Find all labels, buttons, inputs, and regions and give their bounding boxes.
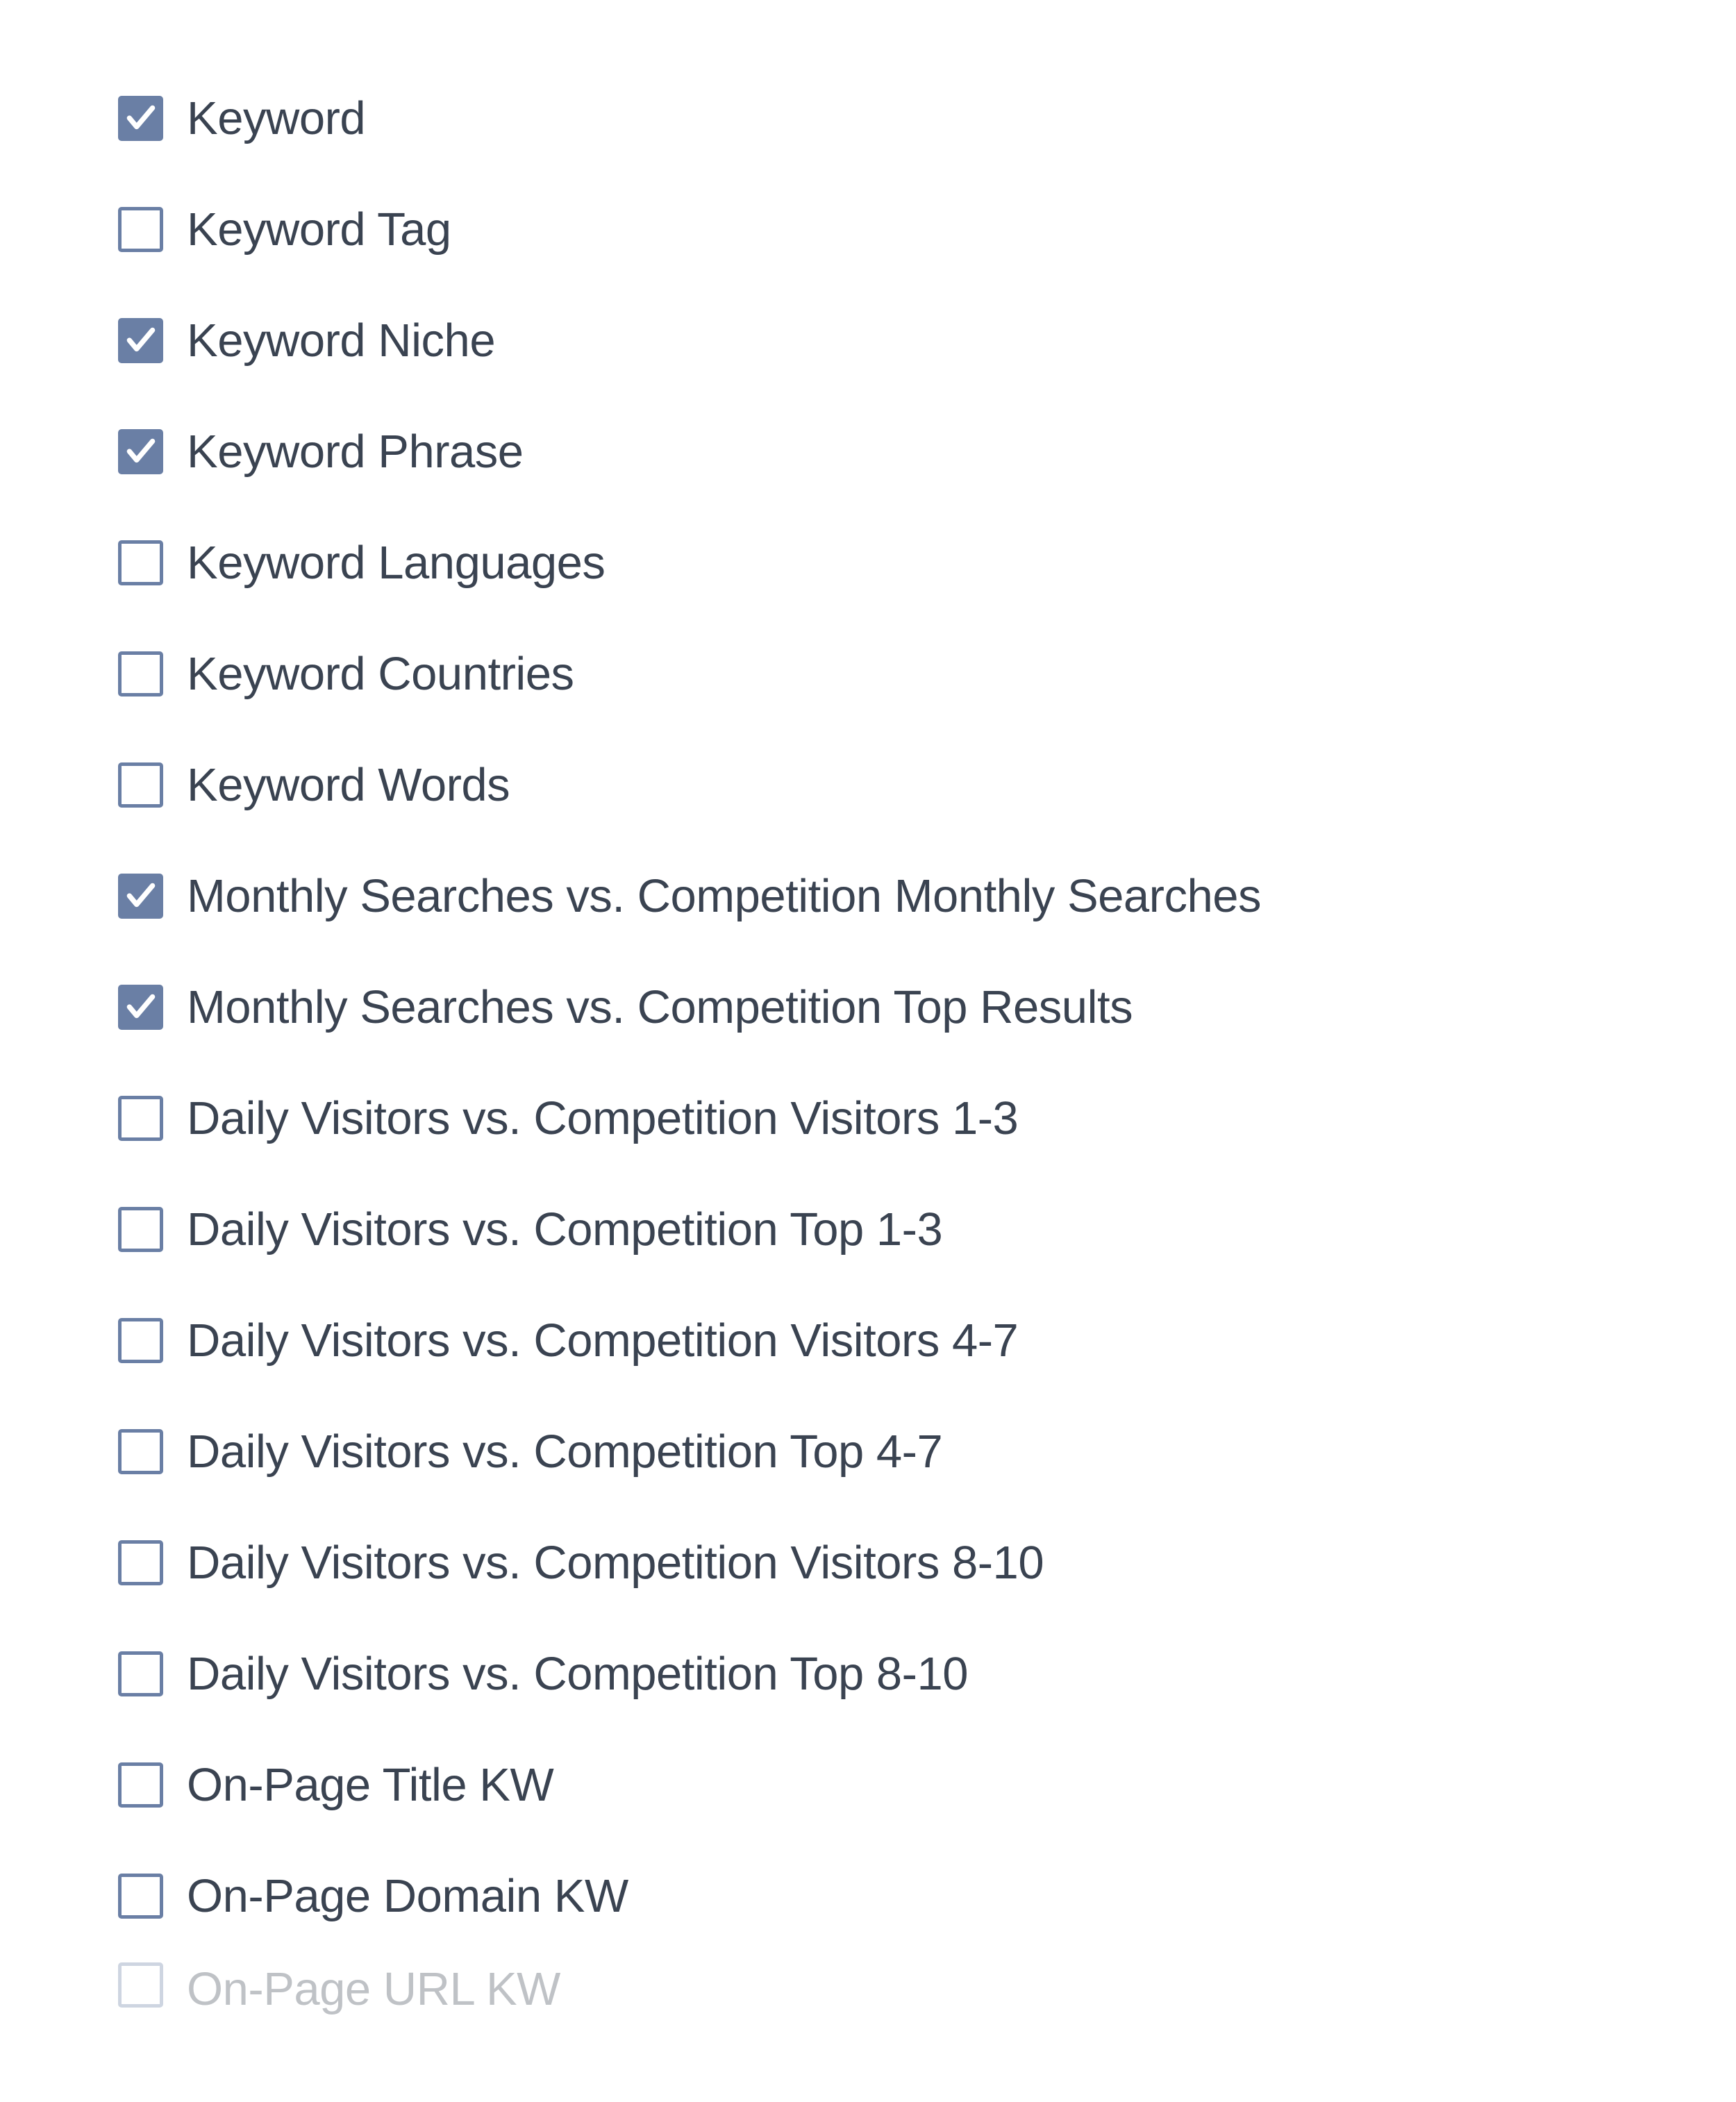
checkbox-label: Daily Visitors vs. Competition Top 1-3 [187, 1203, 942, 1256]
checkbox-label: Keyword Countries [187, 647, 574, 701]
checkbox-label: Keyword Words [187, 758, 510, 812]
checkbox-label: Daily Visitors vs. Competition Top 4-7 [187, 1425, 942, 1478]
checkbox-row[interactable]: On-Page URL KW [118, 1951, 1736, 2021]
checkbox-list: Keyword Keyword Tag Keyword Niche Keyword P… [118, 62, 1736, 2021]
checkbox-row[interactable]: Keyword Niche [118, 285, 1736, 396]
checkbox-unchecked-icon[interactable] [118, 1318, 163, 1363]
checkbox-unchecked-icon[interactable] [118, 1874, 163, 1919]
checkbox-label: Daily Visitors vs. Competition Top 8-10 [187, 1647, 968, 1701]
checkbox-row[interactable]: On-Page Domain KW [118, 1840, 1736, 1951]
checkbox-row[interactable]: Keyword Languages [118, 507, 1736, 618]
checkbox-label: Keyword Phrase [187, 425, 524, 478]
checkbox-row[interactable]: Daily Visitors vs. Competition Visitors … [118, 1062, 1736, 1174]
checkbox-row[interactable]: Daily Visitors vs. Competition Top 4-7 [118, 1396, 1736, 1507]
checkbox-checked-icon[interactable] [118, 874, 163, 919]
checkbox-row[interactable]: On-Page Title KW [118, 1729, 1736, 1840]
checkbox-row[interactable]: Keyword Phrase [118, 396, 1736, 507]
checkbox-checked-icon[interactable] [118, 985, 163, 1030]
checkbox-label: Daily Visitors vs. Competition Visitors … [187, 1536, 1044, 1590]
checkbox-label: Keyword Languages [187, 536, 605, 590]
checkbox-checked-icon[interactable] [118, 429, 163, 474]
checkbox-unchecked-icon[interactable] [118, 207, 163, 252]
checkbox-row[interactable]: Daily Visitors vs. Competition Top 8-10 [118, 1618, 1736, 1729]
checkbox-unchecked-icon[interactable] [118, 540, 163, 585]
checkbox-label: Monthly Searches vs. Competition Top Res… [187, 981, 1133, 1034]
checkbox-label: On-Page Title KW [187, 1758, 553, 1812]
checkbox-label: Monthly Searches vs. Competition Monthly… [187, 869, 1261, 923]
checkbox-row[interactable]: Daily Visitors vs. Competition Visitors … [118, 1507, 1736, 1618]
checkbox-row[interactable]: Monthly Searches vs. Competition Top Res… [118, 951, 1736, 1062]
checkbox-unchecked-icon[interactable] [118, 1762, 163, 1808]
checkbox-row[interactable]: Monthly Searches vs. Competition Monthly… [118, 840, 1736, 951]
checkbox-unchecked-icon[interactable] [118, 1429, 163, 1474]
checkbox-label: Keyword Niche [187, 314, 495, 367]
checkbox-label: On-Page URL KW [187, 1962, 560, 2016]
checkbox-label: Daily Visitors vs. Competition Visitors … [187, 1092, 1018, 1145]
checkbox-label: On-Page Domain KW [187, 1869, 628, 1923]
checkbox-unchecked-icon[interactable] [118, 1962, 163, 2008]
checkbox-checked-icon[interactable] [118, 96, 163, 141]
checkbox-unchecked-icon[interactable] [118, 762, 163, 808]
checkbox-unchecked-icon[interactable] [118, 1207, 163, 1252]
checkbox-label: Keyword Tag [187, 203, 451, 256]
checkbox-checked-icon[interactable] [118, 318, 163, 363]
checkbox-unchecked-icon[interactable] [118, 1651, 163, 1696]
checkbox-label: Daily Visitors vs. Competition Visitors … [187, 1314, 1018, 1367]
checkbox-row[interactable]: Daily Visitors vs. Competition Visitors … [118, 1285, 1736, 1396]
checkbox-unchecked-icon[interactable] [118, 651, 163, 697]
checkbox-row[interactable]: Keyword [118, 62, 1736, 174]
checkbox-row[interactable]: Daily Visitors vs. Competition Top 1-3 [118, 1174, 1736, 1285]
checkbox-label: Keyword [187, 92, 365, 145]
checkbox-unchecked-icon[interactable] [118, 1540, 163, 1585]
checkbox-unchecked-icon[interactable] [118, 1096, 163, 1141]
checkbox-row[interactable]: Keyword Tag [118, 174, 1736, 285]
checkbox-row[interactable]: Keyword Countries [118, 618, 1736, 729]
checkbox-row[interactable]: Keyword Words [118, 729, 1736, 840]
